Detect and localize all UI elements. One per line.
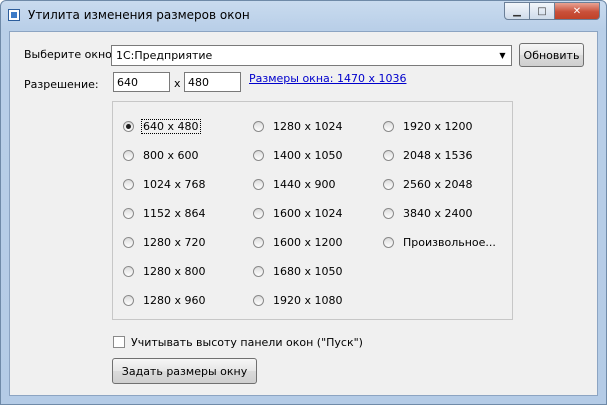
radio-1920x1080[interactable]: 1920 x 1080	[253, 293, 344, 307]
x-separator: x	[174, 77, 181, 90]
radio-label: 1680 x 1050	[273, 264, 343, 278]
resolution-label: Разрешение:	[24, 78, 99, 91]
radio-640x480[interactable]: 640 x 480	[123, 118, 201, 134]
caption-buttons: ▁ □ ✕	[504, 2, 600, 21]
radio-label: 1280 x 720	[143, 235, 206, 249]
radio-button[interactable]	[253, 207, 264, 219]
radio-label: Произвольное...	[403, 235, 496, 249]
client-area: Выберите окно: 1С:Предприятие ▼ Обновить…	[9, 31, 598, 396]
radio-2560x2048[interactable]: 2560 x 2048	[383, 177, 474, 191]
width-input-value: 640	[117, 76, 138, 89]
window-select[interactable]: 1С:Предприятие ▼	[111, 45, 512, 66]
close-button[interactable]: ✕	[555, 2, 600, 20]
apply-size-button[interactable]: Задать размеры окну	[112, 358, 257, 384]
height-input[interactable]: 480	[184, 72, 241, 92]
radio-label: 800 x 600	[143, 148, 199, 162]
radio-label: 640 x 480	[141, 118, 201, 134]
radio-label: 1400 x 1050	[273, 148, 343, 162]
width-input[interactable]: 640	[113, 72, 170, 92]
radio-button[interactable]	[123, 149, 134, 161]
window-title: Утилита изменения размеров окон	[28, 8, 250, 22]
radio-label: 1024 x 768	[143, 177, 206, 191]
radio-button[interactable]	[383, 120, 394, 132]
radio-1600x1200[interactable]: 1600 x 1200	[253, 235, 344, 249]
radio-label: 1280 x 960	[143, 293, 206, 307]
radio-label: 3840 x 2400	[403, 206, 473, 220]
radio-label: 1280 x 800	[143, 264, 206, 278]
radio-button[interactable]	[123, 178, 134, 190]
radio-1440x900[interactable]: 1440 x 900	[253, 177, 337, 191]
radio-1400x1050[interactable]: 1400 x 1050	[253, 148, 344, 162]
radio-button[interactable]	[123, 236, 134, 248]
radio-button[interactable]	[123, 207, 134, 219]
taskbar-checkbox-label: Учитывать высоту панели окон ("Пуск")	[131, 336, 363, 349]
radio-1024x768[interactable]: 1024 x 768	[123, 177, 207, 191]
radio-label: 1280 x 1024	[273, 119, 343, 133]
minimize-icon: ▁	[513, 5, 521, 17]
height-input-value: 480	[188, 76, 209, 89]
radio-button[interactable]	[253, 265, 264, 277]
radio-label: 1600 x 1024	[273, 206, 343, 220]
radio-1280x800[interactable]: 1280 x 800	[123, 264, 207, 278]
maximize-button[interactable]: □	[530, 2, 555, 20]
taskbar-checkbox[interactable]	[113, 336, 125, 348]
radio-1152x864[interactable]: 1152 x 864	[123, 206, 207, 220]
radio-button[interactable]	[123, 294, 134, 306]
radio-button[interactable]	[123, 120, 134, 132]
radio-button[interactable]	[383, 236, 394, 248]
radio-button[interactable]	[383, 207, 394, 219]
chevron-down-icon[interactable]: ▼	[495, 47, 510, 64]
refresh-button[interactable]: Обновить	[519, 43, 584, 67]
radio-button[interactable]	[253, 236, 264, 248]
app-window: Утилита изменения размеров окон ▁ □ ✕ Вы…	[0, 0, 607, 405]
radio-button[interactable]	[123, 265, 134, 277]
radio-2048x1536[interactable]: 2048 x 1536	[383, 148, 474, 162]
radio-800x600[interactable]: 800 x 600	[123, 148, 200, 162]
radio-label: 1440 x 900	[273, 177, 336, 191]
radio-button[interactable]	[253, 178, 264, 190]
radio-3840x2400[interactable]: 3840 x 2400	[383, 206, 474, 220]
window-size-link[interactable]: Размеры окна: 1470 x 1036	[249, 72, 406, 85]
radio-1280x960[interactable]: 1280 x 960	[123, 293, 207, 307]
minimize-button[interactable]: ▁	[504, 2, 530, 20]
radio-label: 1920 x 1200	[403, 119, 473, 133]
radio-button[interactable]	[253, 294, 264, 306]
close-icon: ✕	[572, 5, 582, 17]
radio-label: 2048 x 1536	[403, 148, 473, 162]
radio-1680x1050[interactable]: 1680 x 1050	[253, 264, 344, 278]
radio-1280x1024[interactable]: 1280 x 1024	[253, 119, 344, 133]
radio-button[interactable]	[253, 149, 264, 161]
app-icon	[8, 9, 20, 21]
radio-button[interactable]	[383, 149, 394, 161]
radio-button[interactable]	[383, 178, 394, 190]
resolution-group: 640 x 480 800 x 600 1024 x 768 1152 x 86…	[112, 101, 513, 320]
radio-1600x1024[interactable]: 1600 x 1024	[253, 206, 344, 220]
radio-1280x720[interactable]: 1280 x 720	[123, 235, 207, 249]
radio-label: 1152 x 864	[143, 206, 206, 220]
radio-button[interactable]	[253, 120, 264, 132]
window-select-value: 1С:Предприятие	[116, 49, 213, 62]
radio-label: 1600 x 1200	[273, 235, 343, 249]
maximize-icon: □	[537, 5, 547, 17]
radio-label: 2560 x 2048	[403, 177, 473, 191]
title-bar[interactable]: Утилита изменения размеров окон ▁ □ ✕	[1, 1, 606, 31]
radio-1920x1200[interactable]: 1920 x 1200	[383, 119, 474, 133]
radio-label: 1920 x 1080	[273, 293, 343, 307]
radio-custom[interactable]: Произвольное...	[383, 235, 497, 249]
window-select-label: Выберите окно:	[24, 48, 116, 61]
